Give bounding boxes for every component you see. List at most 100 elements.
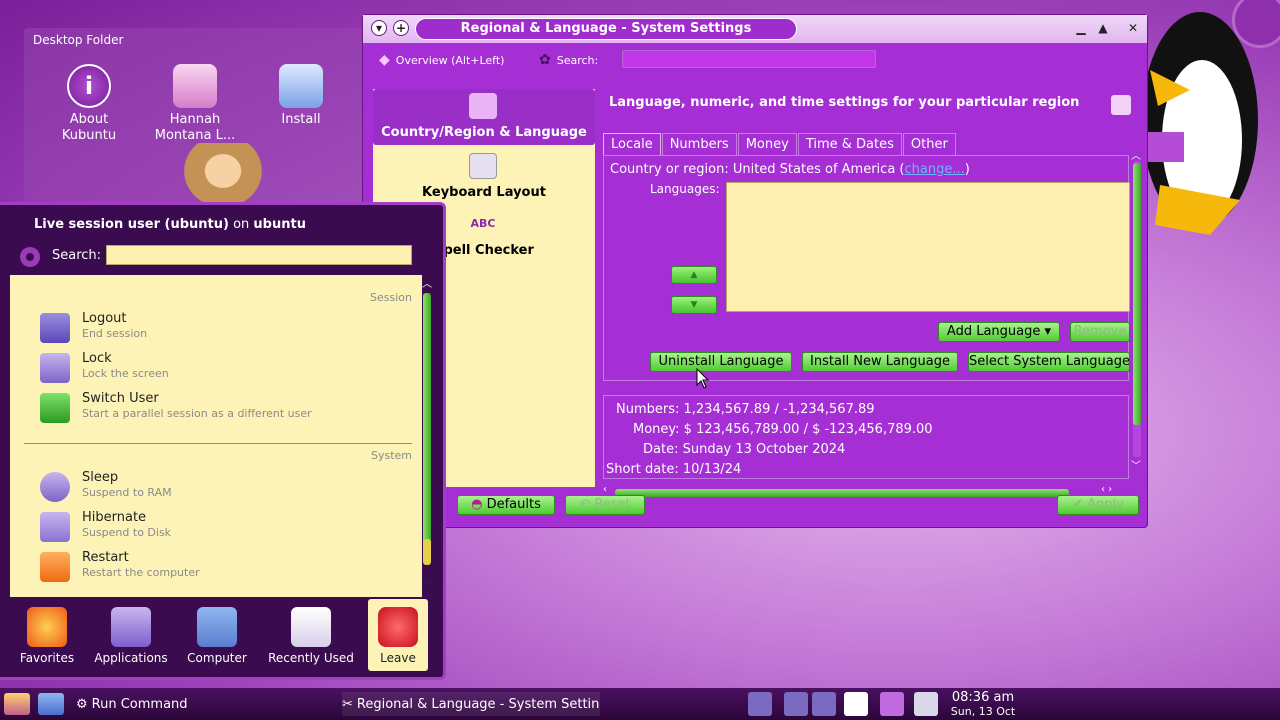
pager-icon[interactable] (812, 692, 836, 716)
reset-button[interactable]: ↶ Reset (565, 495, 645, 515)
clock-time: 08:36 am (951, 690, 1015, 705)
task-run-command[interactable]: ⚙ Run Command (76, 692, 332, 716)
pager-icon[interactable] (784, 692, 808, 716)
add-language-button[interactable]: Add Language ▾ (938, 322, 1060, 342)
install-new-language-button[interactable]: Install New Language (802, 352, 958, 372)
recently-used-icon (291, 607, 331, 647)
tab-time-dates[interactable]: Time & Dates (797, 133, 902, 155)
select-system-language-button[interactable]: Select System Language (968, 352, 1130, 372)
scroll-down-icon[interactable]: ﹀ (1131, 457, 1141, 472)
desktop-folder-title: Desktop Folder (33, 33, 124, 47)
overview-label: Overview (Alt+Left) (395, 53, 505, 67)
hannah-montana-launcher-icon (4, 693, 30, 715)
close-icon[interactable]: ✕ (1125, 20, 1141, 36)
apply-button[interactable]: ✔ Apply (1057, 495, 1139, 515)
window-button-bar: ◓ Defaults ↶ Reset ✔ Apply (363, 491, 1147, 523)
logout-icon (40, 313, 70, 343)
tab-computer[interactable]: Computer (174, 599, 260, 671)
keyboard-icon (469, 153, 497, 179)
scroll-thumb[interactable] (423, 293, 431, 563)
overview-button[interactable]: ◆ Overview (Alt+Left) (379, 52, 504, 68)
folder-launcher-button[interactable] (38, 692, 68, 716)
tab-other[interactable]: Other (902, 133, 956, 155)
desktop-icon-install[interactable]: Install (256, 64, 346, 128)
scroll-thumb[interactable] (1133, 163, 1141, 425)
reset-icon: ↶ (579, 497, 595, 512)
move-language-down-button[interactable]: ▼ (671, 296, 717, 314)
back-arrow-icon: ◆ (379, 52, 390, 68)
computer-icon (197, 607, 237, 647)
defaults-button[interactable]: ◓ Defaults (457, 495, 555, 515)
settings-content: Language, numeric, and time settings for… (595, 77, 1143, 497)
window-titlebar[interactable]: ▾ + Regional & Language - System Setting… (363, 15, 1147, 43)
scroll-up-icon[interactable]: ︿ (1131, 147, 1141, 162)
menu-chevron-icon[interactable]: ▾ (371, 20, 387, 36)
lock-icon (40, 353, 70, 383)
languages-list[interactable] (726, 182, 1130, 312)
kickoff-search-input[interactable] (106, 245, 412, 265)
favorites-star-icon (27, 607, 67, 647)
tab-locale[interactable]: Locale (603, 133, 661, 155)
section-divider (24, 443, 412, 444)
scroll-down-icon[interactable]: ﹀ (422, 577, 432, 592)
item-description: Suspend to RAM (82, 486, 172, 499)
kickoff-scrollbar[interactable]: ︿ ﹀ (420, 275, 434, 597)
arrow-down-icon: ▼ (690, 300, 698, 310)
kickoff-launcher-button[interactable] (4, 692, 34, 716)
item-name: Sleep (82, 470, 119, 485)
abc-spell-icon: ABC (470, 217, 496, 230)
uninstall-language-button[interactable]: Uninstall Language (650, 352, 792, 372)
item-name: Logout (82, 311, 127, 326)
device-notifier-icon[interactable] (914, 692, 938, 716)
desktop-icon-hannah-montana[interactable]: Hannah Montana L... (150, 64, 240, 144)
taskbar: ⚙ Run Command ✂ Regional & Language - Sy… (0, 688, 1280, 720)
tab-favorites[interactable]: Favorites (4, 599, 90, 671)
tab-numbers[interactable]: Numbers (661, 133, 737, 155)
change-country-link[interactable]: change... (905, 162, 965, 177)
section-header-session: Session (370, 291, 412, 304)
item-description: Suspend to Disk (82, 526, 172, 539)
sidebar-item-country-region-language[interactable]: Country/Region & Language (373, 89, 595, 145)
item-description: End session (82, 327, 148, 340)
reset-label: Reset (594, 497, 631, 512)
scroll-up-icon[interactable]: ︿ (422, 275, 432, 290)
leave-actions-list: Session Logout End session Lock Lock the… (10, 275, 422, 597)
network-icon[interactable] (880, 692, 904, 716)
tab-money[interactable]: Money (737, 133, 797, 155)
locale-tab-panel: Country or region: United States of Amer… (603, 155, 1130, 381)
move-language-up-button[interactable]: ▲ (671, 266, 717, 284)
leave-power-icon (378, 607, 418, 647)
locale-samples: Numbers: 1,234,567.89 / -1,234,567.89 Mo… (603, 395, 1129, 479)
languages-label: Languages: (650, 182, 720, 196)
settings-search-input[interactable] (622, 50, 876, 68)
clipboard-icon[interactable] (844, 692, 868, 716)
add-icon[interactable]: + (393, 20, 409, 36)
item-name: Switch User (82, 391, 159, 406)
host-name: ubuntu (253, 217, 306, 232)
tab-leave[interactable]: Leave (368, 599, 428, 671)
apply-label: Apply (1087, 497, 1124, 512)
pager-icon[interactable] (748, 692, 772, 716)
sidebar-item-keyboard-layout[interactable]: Keyboard Layout (373, 149, 595, 205)
tab-label: Leave (380, 651, 416, 665)
restart-icon (40, 552, 70, 582)
apply-check-icon: ✔ (1072, 497, 1088, 512)
clock[interactable]: 08:36 am Sun, 13 Oct (946, 690, 1020, 718)
kickoff-search-label: Search: (52, 248, 102, 263)
desktop-icon-about-kubuntu[interactable]: i About Kubuntu (44, 64, 134, 144)
task-regional-language-settings[interactable]: ✂ Regional & Language - System Settings (342, 692, 600, 716)
remove-language-button[interactable]: Remove (1070, 322, 1130, 342)
maximize-icon[interactable]: ▲ (1095, 20, 1111, 36)
module-icon (1111, 95, 1131, 115)
hibernate-icon (40, 512, 70, 542)
content-vertical-scrollbar[interactable]: ︿ ﹀ (1129, 147, 1143, 483)
desktop-icon-label: Install (281, 112, 321, 127)
tab-applications[interactable]: Applications (88, 599, 174, 671)
minimize-icon[interactable]: ▁ (1073, 20, 1089, 36)
locale-tabs: Locale Numbers Money Time & Dates Other (603, 133, 957, 155)
tab-recently-used[interactable]: Recently Used (266, 599, 356, 671)
session-user-label: Live session user (ubuntu) on ubuntu (34, 217, 306, 232)
desktop-icon-label: About Kubuntu (61, 112, 117, 143)
item-name: Lock (82, 351, 112, 366)
task-label: Regional & Language - System Settings (356, 696, 600, 712)
